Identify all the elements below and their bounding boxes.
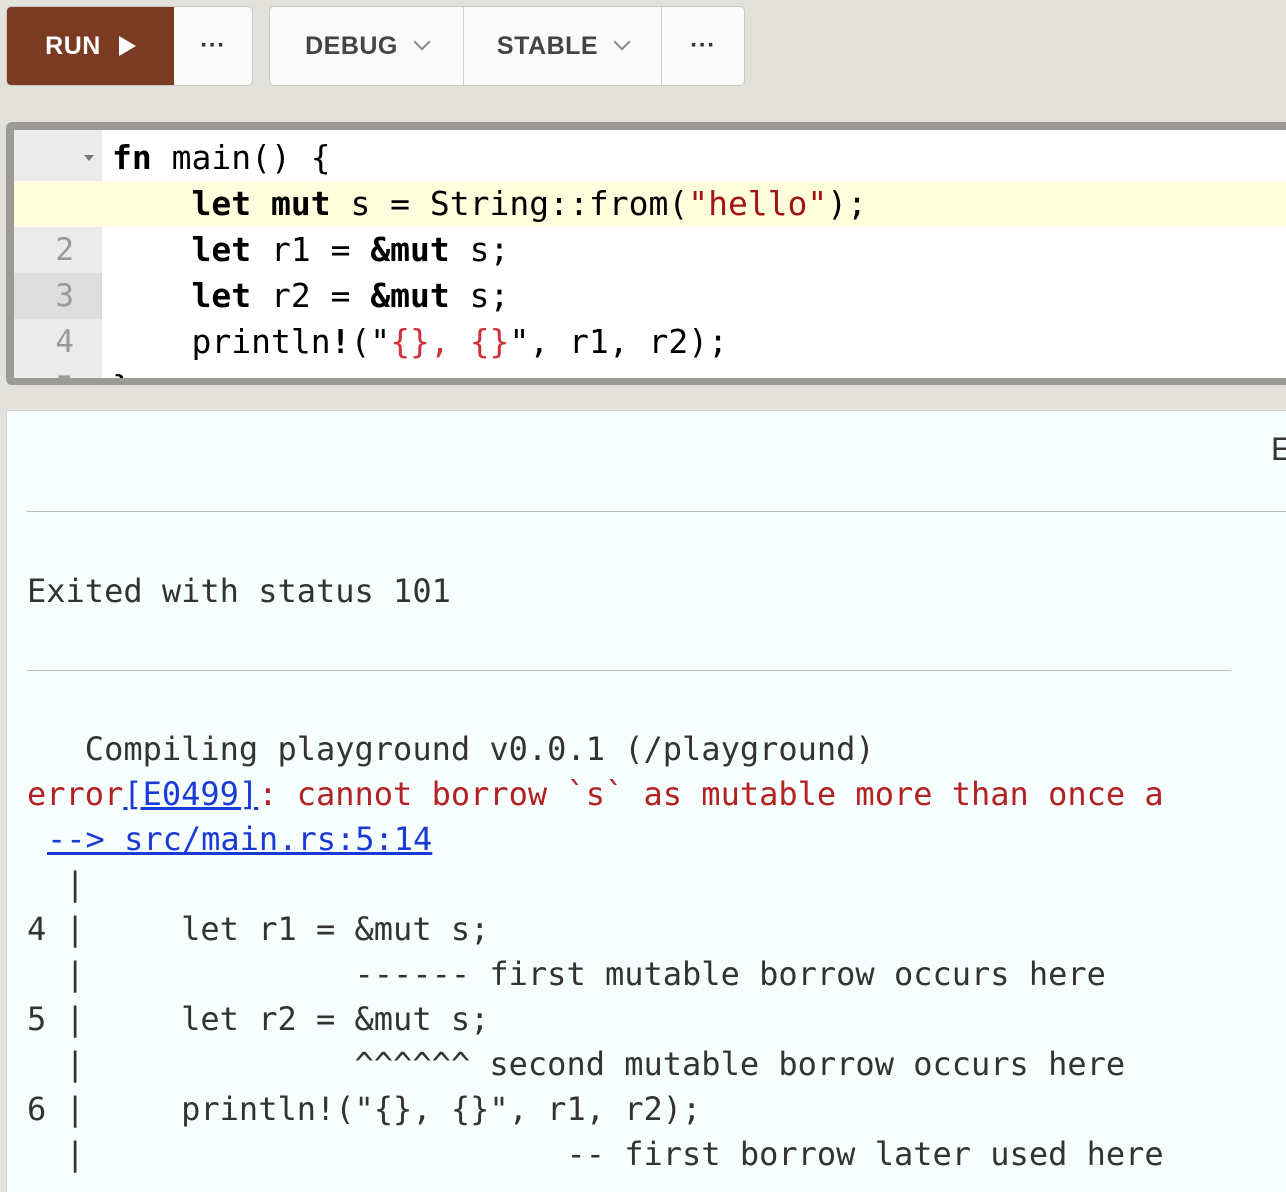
code-text: } <box>112 365 132 378</box>
play-icon <box>118 36 136 56</box>
code-segment: s; <box>449 276 510 315</box>
code-line[interactable]: 5 let r2 = &mut s; <box>14 273 1286 378</box>
ellipsis-icon: ··· <box>200 32 226 59</box>
output-tab-label[interactable]: E <box>1271 431 1286 468</box>
macro-bang: ! <box>330 322 351 361</box>
divider <box>27 670 1231 671</box>
fold-arrow-icon[interactable] <box>84 155 94 161</box>
keyword: fn <box>112 138 152 177</box>
keyword: let <box>191 276 252 315</box>
code-line[interactable]: 6 println!("{}, {}", r1, r2); <box>14 319 1286 365</box>
code-segment: s = String::from( <box>330 184 689 223</box>
build-mode-label: DEBUG <box>305 31 398 60</box>
error-prefix: error <box>27 775 124 813</box>
build-mode-dropdown[interactable]: DEBUG <box>270 7 464 85</box>
code-editor: 2 fn main() { 3 let mut s = String::from… <box>6 122 1286 385</box>
code-line[interactable]: 4 let r1 = &mut s; <box>14 227 1286 360</box>
format-placeholder: {} <box>390 322 430 361</box>
keyword: let <box>191 184 252 223</box>
run-button[interactable]: RUN <box>7 7 174 85</box>
format-placeholder: {} <box>469 322 510 361</box>
error-line: error[E0499]: cannot borrow `s` as mutab… <box>27 772 1164 817</box>
code-text: let r1 = &mut s; <box>112 227 509 273</box>
keyword: let <box>191 230 252 269</box>
location-line: --> src/main.rs:5:14 <box>47 817 432 862</box>
run-label: RUN <box>45 31 101 60</box>
divider <box>27 511 1286 512</box>
code-segment: (" <box>350 322 391 361</box>
keyword: &mut <box>370 230 450 269</box>
diagnostic-source-line: 6 | println!("{}, {}", r1, r2); <box>27 1090 702 1128</box>
macro-name: println <box>191 322 331 361</box>
error-message: : cannot borrow `s` as mutable more than… <box>258 775 1164 813</box>
source-location-link[interactable]: --> src/main.rs:5:14 <box>47 820 432 858</box>
chevron-down-icon <box>413 33 431 51</box>
build-options-group: DEBUG STABLE ··· <box>269 6 745 86</box>
compiling-line: Compiling playground v0.0.1 (/playground… <box>27 730 875 768</box>
exit-status: Exited with status 101 <box>27 572 451 610</box>
more-options-button[interactable]: ··· <box>174 7 252 85</box>
diagnostic-gutter: | <box>27 865 85 903</box>
run-button-group: RUN ··· <box>6 6 253 86</box>
code-segment: ", r1, r2); <box>509 322 728 361</box>
keyword: &mut <box>370 276 450 315</box>
channel-label: STABLE <box>496 31 599 60</box>
diagnostic-source-line: 5 | let r2 = &mut s; <box>27 1000 490 1038</box>
code-line[interactable]: 2 fn main() { <box>14 135 1286 268</box>
code-segment: } <box>112 368 132 378</box>
keyword: mut <box>270 184 331 223</box>
channel-dropdown[interactable]: STABLE <box>464 7 662 85</box>
code-text: println!("{}, {}", r1, r2); <box>112 319 728 365</box>
code-segment: s; <box>449 230 510 269</box>
string-literal: "hello" <box>688 184 828 223</box>
chevron-down-icon <box>613 33 631 51</box>
diagnostic-note: | -- first borrow later used here <box>27 1135 1164 1173</box>
code-segment: r1 = <box>251 230 371 269</box>
diagnostic-note: | ^^^^^^ second mutable borrow occurs he… <box>27 1045 1126 1083</box>
output-panel: E Exited with status 101 Compiling playg… <box>6 410 1286 1192</box>
code-segment: main() { <box>151 138 331 177</box>
diagnostic-source-line: 4 | let r1 = &mut s; <box>27 910 490 948</box>
code-line-active[interactable]: 3 let mut s = String::from("hello"); <box>14 181 1286 319</box>
error-code-link[interactable]: [E0499] <box>123 775 258 813</box>
code-text: fn main() { <box>112 135 331 181</box>
editor-text-area[interactable]: 2 fn main() { 3 let mut s = String::from… <box>14 130 1286 378</box>
code-line[interactable]: 7 } <box>14 365 1286 378</box>
format-separator: , <box>429 322 470 361</box>
code-segment: ); <box>827 184 868 223</box>
toolbar: RUN ··· DEBUG STABLE ··· <box>0 0 1286 110</box>
code-text: let mut s = String::from("hello"); <box>112 181 867 227</box>
code-segment: r2 = <box>251 276 371 315</box>
code-text: let r2 = &mut s; <box>112 273 509 319</box>
ellipsis-icon: ··· <box>690 32 716 59</box>
config-menu-button[interactable]: ··· <box>662 7 744 85</box>
diagnostic-note: | ------ first mutable borrow occurs her… <box>27 955 1106 993</box>
